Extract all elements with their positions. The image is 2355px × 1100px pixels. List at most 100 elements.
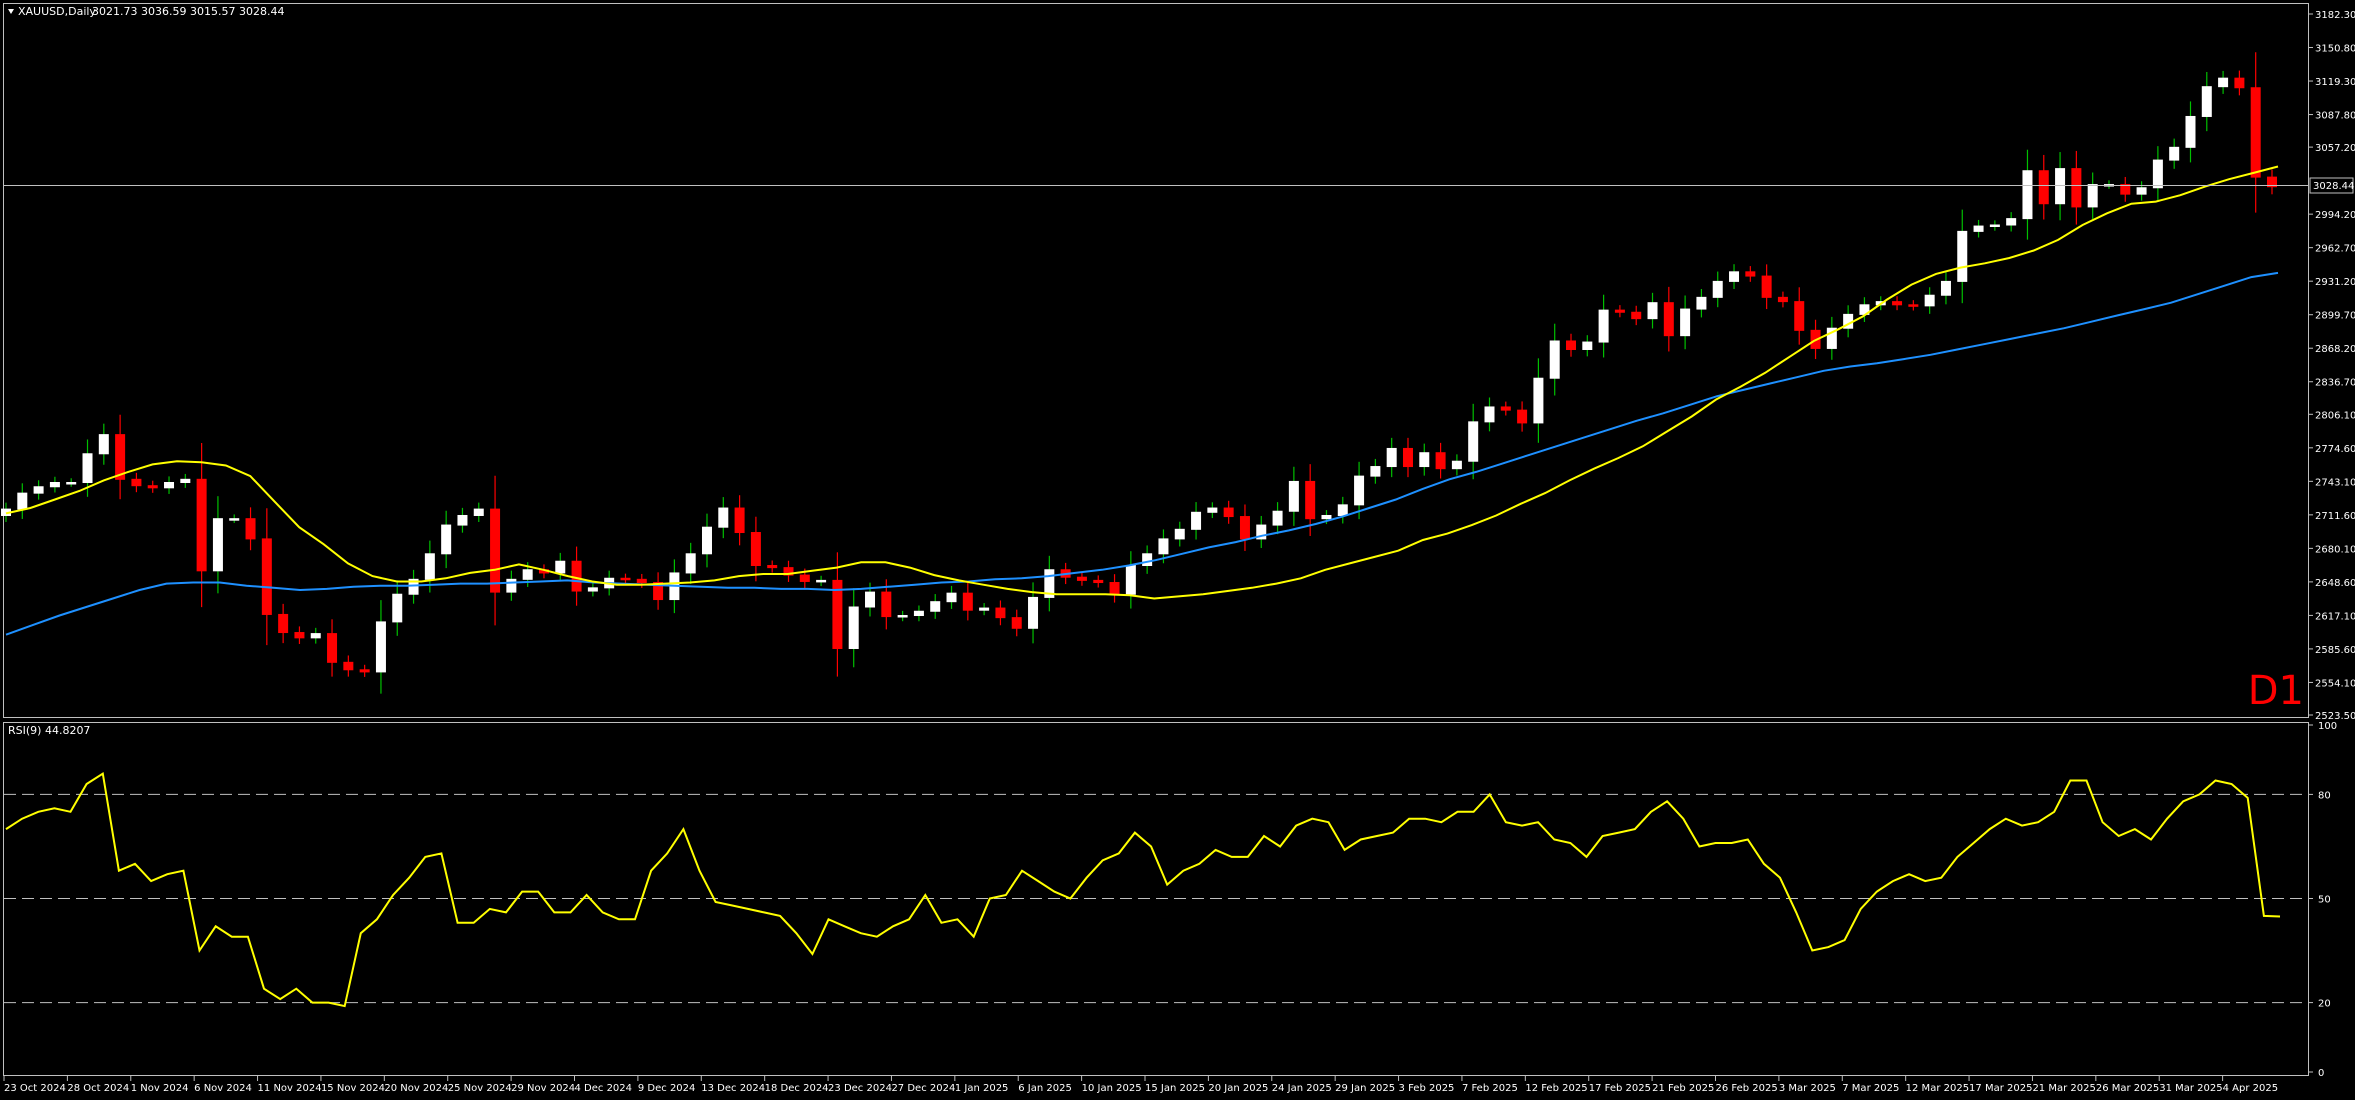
price-tick-label: 2962.70	[2315, 244, 2355, 255]
price-tick-label: 2931.20	[2315, 277, 2355, 288]
time-tick-label: 29 Jan 2025	[1335, 1083, 1395, 1094]
candle-body	[1288, 480, 1299, 512]
price-tick-label: 2836.70	[2315, 378, 2355, 389]
time-tick-label: 11 Nov 2024	[258, 1083, 322, 1094]
time-tick-label: 23 Dec 2024	[828, 1083, 892, 1094]
candle-body	[180, 478, 191, 484]
candle-body	[490, 508, 501, 593]
candle-body	[1435, 452, 1446, 470]
candle-body	[2136, 187, 2147, 195]
candle-body	[2071, 168, 2082, 208]
rsi-tick-label: 50	[2318, 895, 2331, 906]
time-tick-label: 6 Nov 2024	[194, 1083, 252, 1094]
candle-body	[212, 518, 223, 572]
time-tick-label: 24 Jan 2025	[1272, 1083, 1332, 1094]
candle-body	[1451, 460, 1462, 470]
chart-background	[0, 0, 2355, 1100]
candle-body	[375, 621, 386, 673]
candle-body	[2234, 77, 2245, 89]
candle-body	[2006, 218, 2017, 226]
price-tick-label: 2899.70	[2315, 311, 2355, 322]
candle-body	[1517, 409, 1528, 424]
symbol-title: XAUUSD,Daily	[18, 5, 96, 18]
candle-body	[2087, 184, 2098, 208]
candle-body	[701, 526, 712, 555]
time-tick-label: 4 Apr 2025	[2223, 1083, 2278, 1094]
candle-body	[1223, 507, 1234, 518]
time-tick-label: 23 Oct 2024	[4, 1083, 66, 1094]
candle-body	[1582, 341, 1593, 350]
time-tick-label: 21 Mar 2025	[2032, 1083, 2095, 1094]
candle-body	[1305, 480, 1316, 520]
candle-body	[229, 518, 240, 521]
time-tick-label: 25 Nov 2024	[448, 1083, 512, 1094]
candle-body	[1533, 377, 1544, 424]
candle-body	[278, 613, 289, 634]
candle-body	[1973, 225, 1984, 232]
candle-body	[441, 524, 452, 555]
candle-body	[1631, 311, 1642, 320]
time-tick-label: 1 Nov 2024	[131, 1083, 189, 1094]
candle-body	[962, 592, 973, 611]
candle-body	[1924, 294, 1935, 307]
price-tick-label: 2994.20	[2315, 210, 2355, 221]
candle-body	[457, 514, 468, 526]
candle-body	[930, 601, 941, 612]
price-tick-label: 2868.20	[2315, 344, 2355, 355]
candle-body	[1989, 224, 2000, 228]
candle-body	[1028, 596, 1039, 629]
candle-body	[392, 593, 403, 623]
candle-body	[2185, 115, 2196, 148]
candle-body	[897, 615, 908, 618]
time-tick-label: 13 Dec 2024	[701, 1083, 765, 1094]
price-tick-label: 2617.10	[2315, 611, 2355, 622]
price-tick-label: 3182.30	[2315, 10, 2355, 21]
time-tick-label: 7 Mar 2025	[1842, 1083, 1899, 1094]
trading-chart[interactable]: 3182.30 3150.80 3119.30 3087.80 3057.20 2994.…	[0, 0, 2355, 1100]
timeframe-label: D1	[2248, 668, 2304, 714]
rsi-tick-label: 100	[2318, 721, 2337, 732]
candle-body	[718, 507, 729, 528]
time-tick-label: 17 Mar 2025	[1969, 1083, 2032, 1094]
price-tick-label: 3087.80	[2315, 111, 2355, 122]
candle-body	[1484, 406, 1495, 423]
price-tick-label: 2585.60	[2315, 645, 2355, 656]
candle-body	[327, 633, 338, 663]
price-scale[interactable]	[2310, 3, 2353, 1077]
time-tick-label: 7 Feb 2025	[1462, 1083, 1518, 1094]
candle-body	[1174, 528, 1185, 540]
candle-body	[799, 574, 810, 582]
time-tick-label: 3 Mar 2025	[1779, 1083, 1836, 1094]
candle-body	[685, 553, 696, 574]
candle-body	[98, 434, 109, 455]
candle-body	[1321, 514, 1332, 520]
candle-body	[2038, 170, 2049, 205]
candle-body	[1011, 617, 1022, 629]
time-tick-label: 4 Dec 2024	[575, 1083, 633, 1094]
candle-body	[1093, 579, 1104, 584]
price-tick-label: 2648.60	[2315, 578, 2355, 589]
candle-body	[734, 507, 745, 534]
candle-body	[1908, 304, 1919, 307]
candle-body	[1419, 452, 1430, 468]
candle-body	[750, 532, 761, 567]
candle-body	[1207, 507, 1218, 513]
candle-body	[1158, 538, 1169, 555]
candle-body	[1892, 301, 1903, 306]
candle-body	[1076, 576, 1087, 581]
candle-body	[33, 486, 44, 494]
ohlc-readout: 3021.73 3036.59 3015.57 3028.44	[92, 5, 284, 18]
time-tick-label: 28 Oct 2024	[67, 1083, 129, 1094]
candle-body	[1761, 275, 1772, 298]
time-tick-label: 29 Nov 2024	[511, 1083, 575, 1094]
price-tick-label: 3150.80	[2315, 44, 2355, 55]
current-price-label: 3028.44	[2313, 181, 2354, 192]
candle-body	[767, 565, 778, 569]
candle-body	[2201, 86, 2212, 117]
candle-body	[913, 610, 924, 617]
candle-body	[2169, 146, 2180, 161]
candle-body	[310, 633, 321, 639]
candle-body	[294, 632, 305, 639]
price-tick-label: 3057.20	[2315, 143, 2355, 154]
candle-body	[1109, 582, 1120, 595]
